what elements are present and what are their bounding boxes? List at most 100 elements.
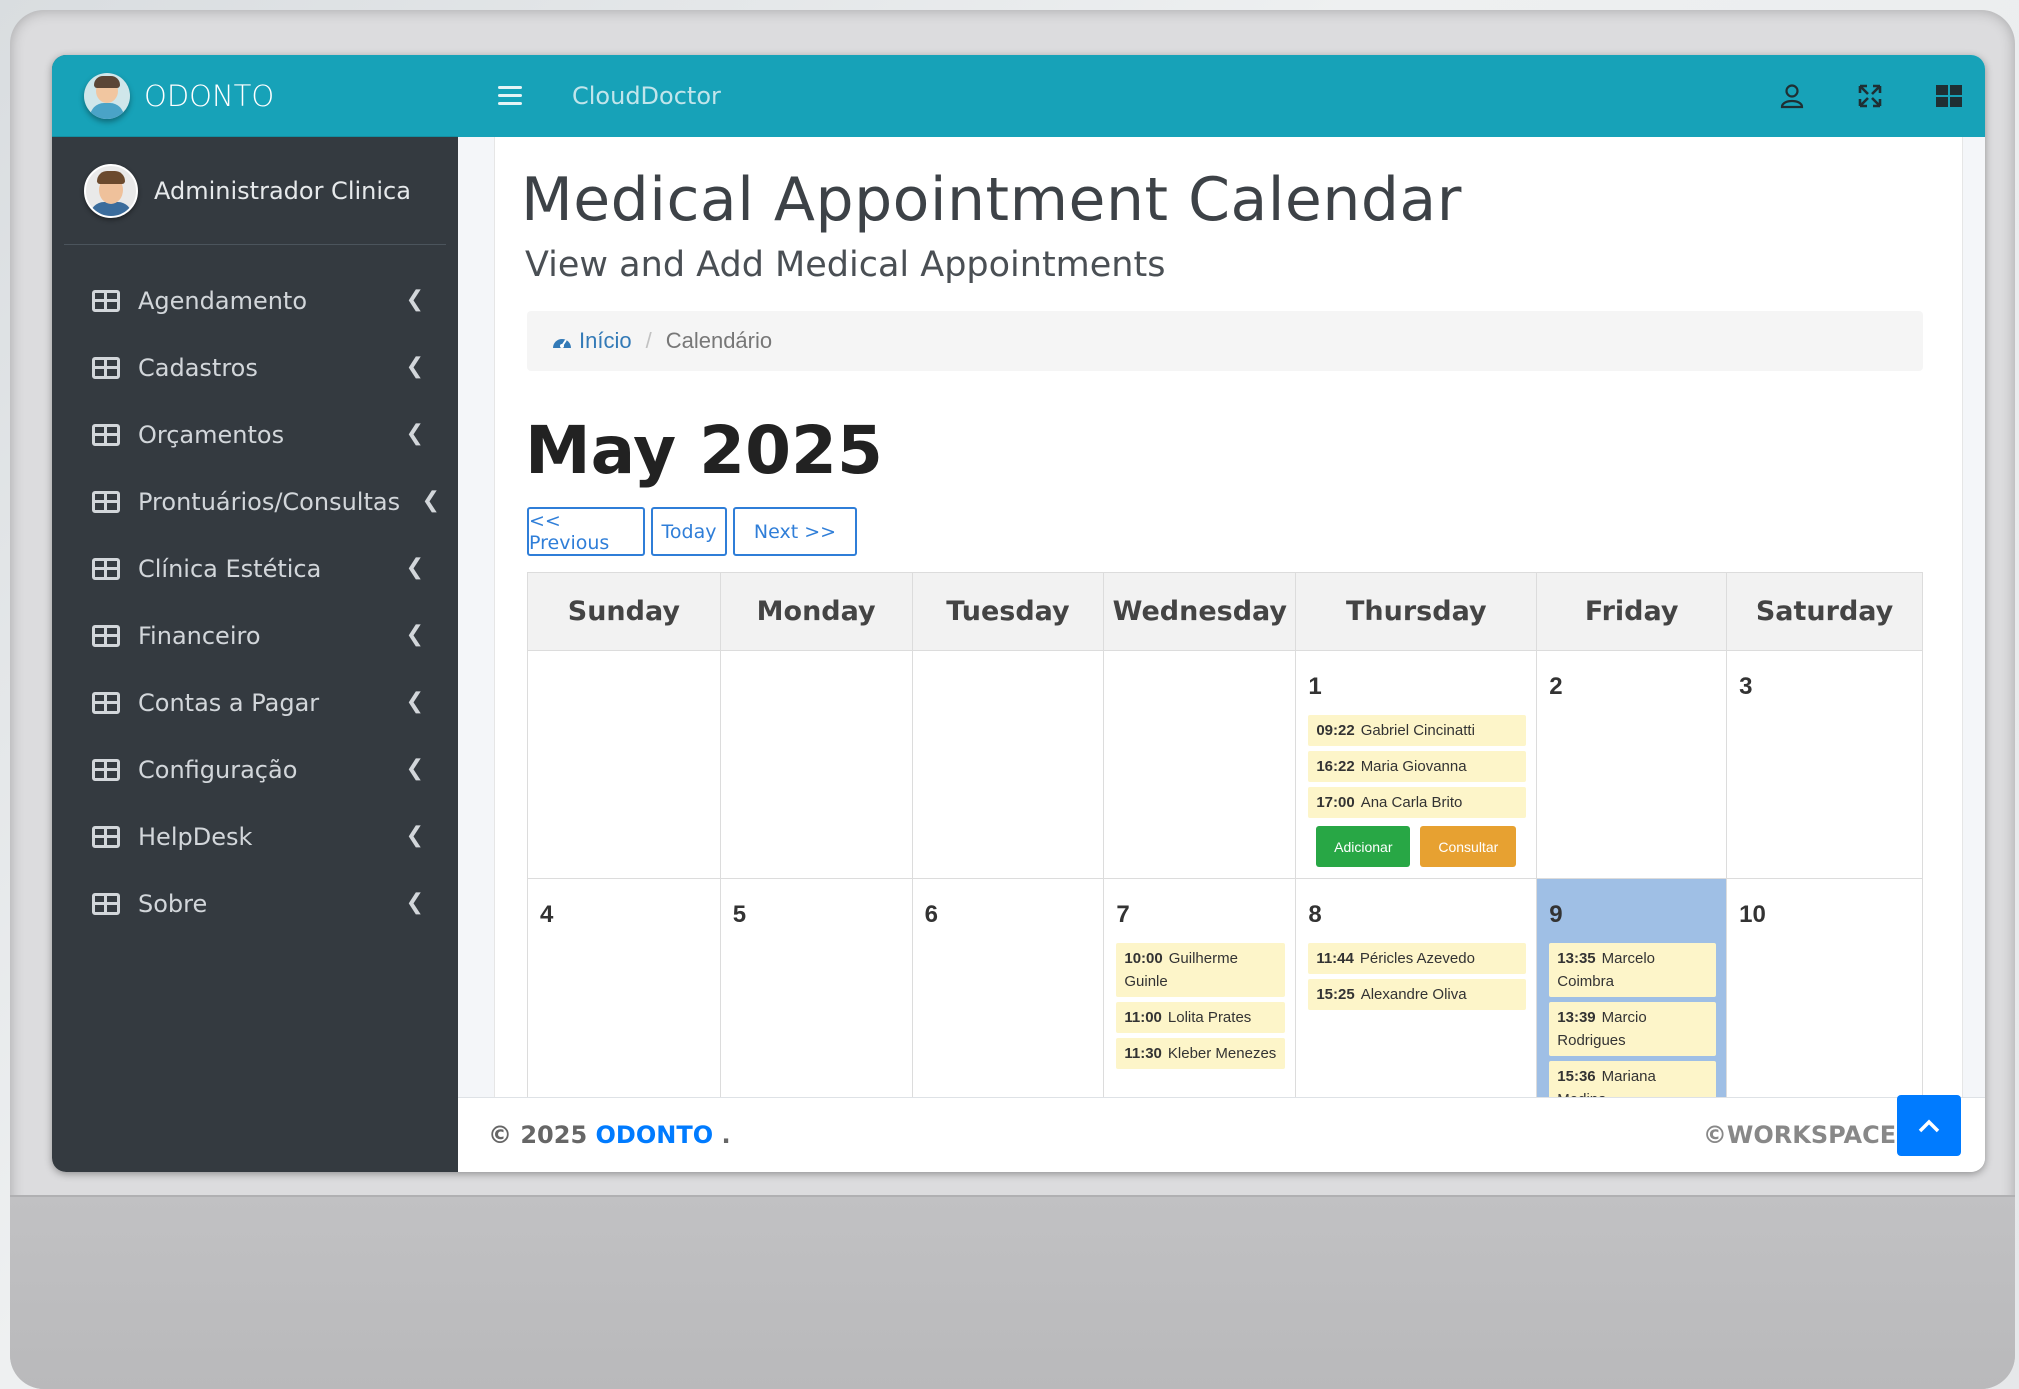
table-icon — [92, 423, 120, 446]
footer-copyright: © 2025 ODONTO . — [488, 1121, 731, 1149]
app-title-link[interactable]: CloudDoctor — [572, 82, 721, 110]
appointment-item[interactable]: 13:35 Marcelo Coimbra — [1549, 943, 1717, 997]
user-panel[interactable]: Administrador Clinica — [64, 137, 446, 245]
sidebar-item-label: Contas a Pagar — [138, 688, 320, 717]
appointment-item[interactable]: 17:00 Ana Carla Brito — [1308, 787, 1527, 818]
user-icon[interactable] — [1779, 83, 1805, 109]
appointment-time: 11:00 — [1124, 1009, 1162, 1026]
appointment-item[interactable]: 09:22 Gabriel Cincinatti — [1308, 715, 1527, 746]
previous-month-button[interactable]: << Previous — [527, 507, 645, 556]
calendar-day[interactable]: 1 09:22 Gabriel Cincinatti 16:22 Maria Gio… — [1295, 650, 1538, 879]
breadcrumb-home-link[interactable]: Início — [551, 328, 632, 354]
footer: © 2025 ODONTO . ©WORKSPACE se — [458, 1097, 1985, 1172]
back-to-top-button[interactable] — [1897, 1095, 1961, 1156]
chevron-left-icon: ❮ — [405, 823, 424, 848]
calendar-day[interactable]: 3 — [1726, 650, 1923, 879]
appointment-item[interactable]: 11:00 Lolita Prates — [1116, 1002, 1286, 1033]
calendar-day[interactable]: 7 10:00 Guilherme Guinle 11:00 Lolita Prat… — [1103, 878, 1297, 1097]
chevron-left-icon: ❮ — [405, 555, 424, 580]
calendar-day-empty — [719, 650, 913, 879]
calendar-day-empty — [527, 650, 721, 879]
sidebar-item-label: Clínica Estética — [138, 554, 322, 583]
sidebar-item-label: Agendamento — [138, 286, 308, 315]
footer-copyright-text: © 2025 — [488, 1121, 588, 1149]
appointment-item[interactable]: 15:36Mariana Medina — [1549, 1061, 1717, 1097]
footer-brand-link[interactable]: ODONTO — [596, 1121, 714, 1149]
calendar-week: 1 09:22 Gabriel Cincinatti 16:22 Maria Gio… — [527, 650, 1923, 879]
appointment-item[interactable]: 16:22 Maria Giovanna — [1308, 751, 1527, 782]
appointment-item[interactable]: 13:39 Marcio Rodrigues — [1549, 1002, 1717, 1056]
appointment-item[interactable]: 11:30 Kleber Menezes — [1116, 1038, 1286, 1069]
grid-icon[interactable] — [1935, 83, 1962, 109]
hamburger-icon[interactable] — [498, 86, 522, 106]
weekday-header: Friday — [1536, 572, 1728, 651]
table-icon — [92, 825, 120, 848]
sidebar-item-prontuarios[interactable]: Prontuários/Consultas ❮ — [72, 468, 440, 535]
appointment-time: 13:35 — [1557, 950, 1596, 967]
sidebar-item-cadastros[interactable]: Cadastros ❮ — [72, 334, 428, 401]
table-icon — [92, 356, 120, 379]
weekday-header: Thursday — [1295, 572, 1538, 651]
calendar-day[interactable]: 4 — [527, 878, 721, 1097]
calendar-day[interactable]: 8 11:44 Péricles Azevedo 15:25 Alexandre O… — [1295, 878, 1538, 1097]
dashboard-icon — [553, 339, 571, 348]
expand-icon[interactable] — [1857, 83, 1883, 109]
table-icon — [92, 490, 120, 513]
calendar-day[interactable]: 5 — [719, 878, 913, 1097]
top-navbar: CloudDoctor — [458, 55, 1985, 137]
table-icon — [92, 892, 120, 915]
calendar-day-today[interactable]: 9 13:35 Marcelo Coimbra 13:39 Marcio Rodri… — [1536, 878, 1728, 1097]
calendar-day[interactable]: 2 — [1536, 650, 1728, 879]
sidebar-item-financeiro[interactable]: Financeiro ❮ — [72, 602, 428, 669]
weekday-header: Wednesday — [1103, 572, 1297, 651]
chevron-left-icon: ❮ — [421, 488, 440, 513]
appointment-item[interactable]: 10:00 Guilherme Guinle — [1116, 943, 1286, 997]
next-month-button[interactable]: Next >> — [733, 507, 857, 556]
day-number: 6 — [924, 901, 938, 928]
appointment-time: 10:00 — [1124, 950, 1163, 967]
breadcrumb: Início / Calendário — [527, 311, 1923, 371]
appointment-time: 13:39 — [1557, 1009, 1596, 1026]
appointment-item[interactable]: 11:44 Péricles Azevedo — [1308, 943, 1527, 974]
chevron-left-icon: ❮ — [405, 421, 424, 446]
sidebar-item-helpdesk[interactable]: HelpDesk ❮ — [72, 803, 428, 870]
day-number: 7 — [1116, 901, 1130, 928]
chevron-left-icon: ❮ — [405, 287, 424, 312]
sidebar-item-agendamento[interactable]: Agendamento ❮ — [72, 267, 428, 334]
table-icon — [92, 624, 120, 647]
sidebar-item-sobre[interactable]: Sobre ❮ — [72, 870, 428, 937]
brand-link[interactable]: ODONTO — [52, 55, 458, 137]
weekday-header: Sunday — [527, 572, 721, 651]
chevron-up-icon — [1918, 1119, 1940, 1132]
monitor-stand — [10, 1195, 2015, 1389]
weekday-header: Tuesday — [911, 572, 1105, 651]
day-number: 8 — [1308, 901, 1322, 928]
sidebar-nav: Agendamento ❮ Cadastros ❮ Orçamentos ❮ P… — [72, 245, 440, 937]
day-number: 1 — [1308, 673, 1322, 700]
footer-dot: . — [721, 1121, 731, 1149]
calendar-week: 4 5 6 7 10:00 Guilherme Guinle 11:00 Lolit… — [527, 878, 1923, 1097]
sidebar-item-configuracao[interactable]: Configuração ❮ — [72, 736, 428, 803]
weekday-header: Monday — [719, 572, 913, 651]
sidebar-item-label: Configuração — [138, 755, 298, 784]
sidebar-item-clinica-estetica[interactable]: Clínica Estética ❮ — [72, 535, 428, 602]
day-number: 3 — [1739, 673, 1753, 700]
appointment-time: 11:30 — [1124, 1045, 1162, 1062]
app-window: ODONTO Administrador Clinica Agendamento… — [52, 55, 1985, 1172]
chevron-left-icon: ❮ — [405, 890, 424, 915]
calendar-day[interactable]: 6 — [911, 878, 1105, 1097]
main-content: Medical Appointment Calendar View and Ad… — [458, 137, 1985, 1097]
add-appointment-button[interactable]: Adicionar — [1316, 826, 1411, 867]
consult-appointments-button[interactable]: Consultar — [1420, 826, 1517, 867]
sidebar-item-label: Sobre — [138, 889, 208, 918]
today-button[interactable]: Today — [651, 507, 727, 556]
sidebar-item-orcamentos[interactable]: Orçamentos ❮ — [72, 401, 428, 468]
appointment-item[interactable]: 15:25 Alexandre Oliva — [1308, 979, 1527, 1010]
page-subtitle: View and Add Medical Appointments — [525, 245, 1166, 285]
sidebar-item-label: Prontuários/Consultas — [138, 487, 401, 516]
calendar-day[interactable]: 10 — [1726, 878, 1923, 1097]
chevron-left-icon: ❮ — [405, 689, 424, 714]
page-title: Medical Appointment Calendar — [521, 165, 1462, 235]
day-number: 10 — [1739, 901, 1766, 928]
sidebar-item-contas-a-pagar[interactable]: Contas a Pagar ❮ — [72, 669, 428, 736]
